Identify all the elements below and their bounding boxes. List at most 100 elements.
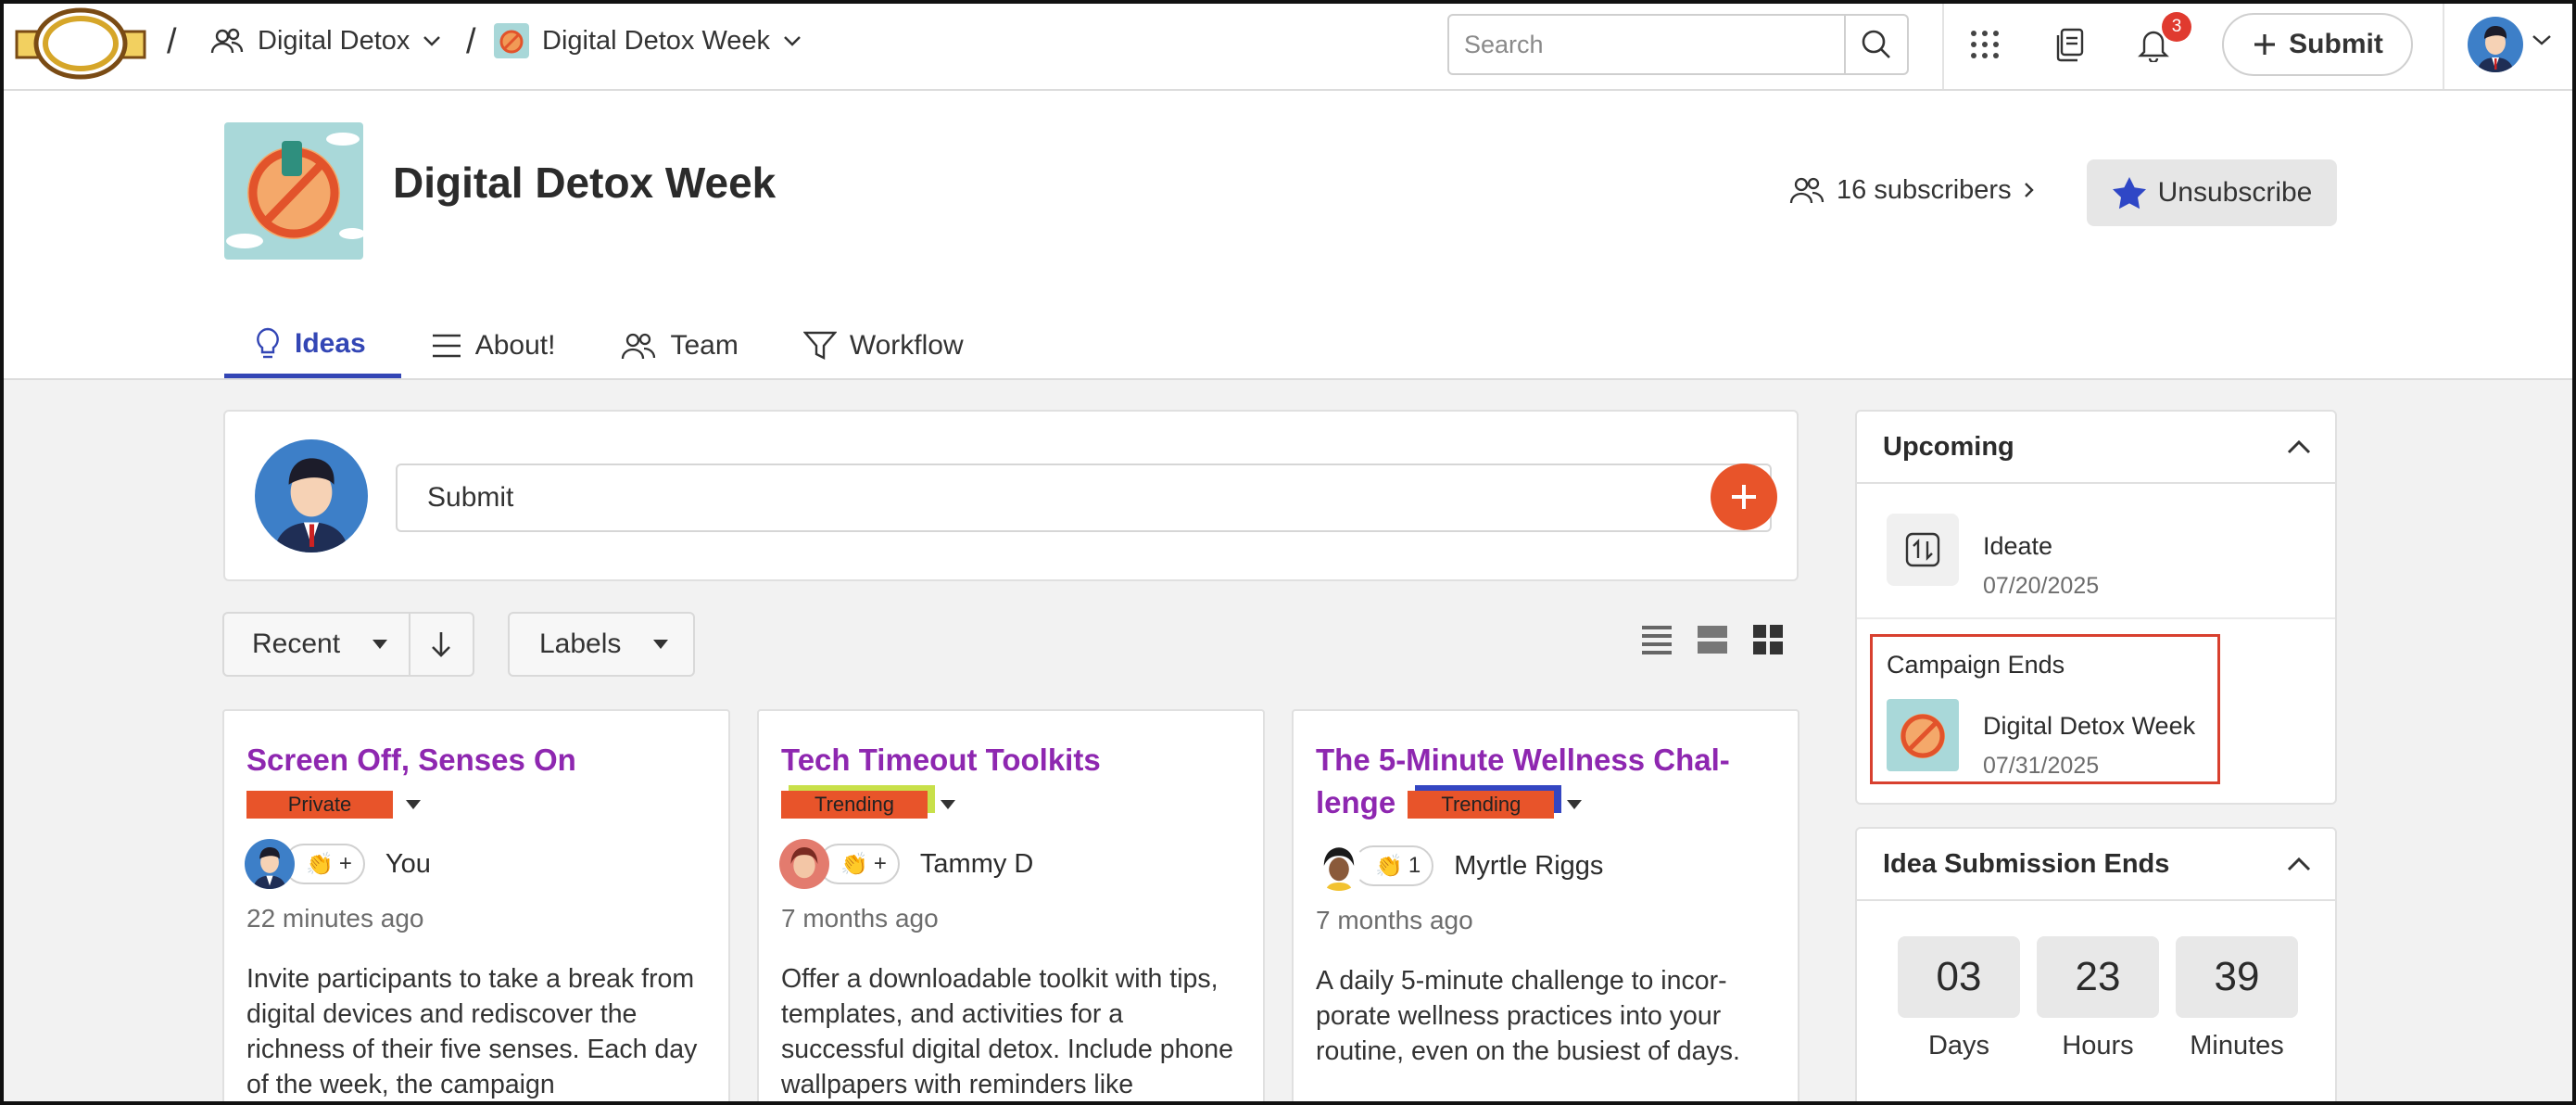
idea-title-line: lenge	[1316, 785, 1396, 819]
group-icon	[1788, 174, 1825, 206]
panel-title: Upcoming	[1883, 431, 2014, 462]
avatar	[245, 839, 295, 889]
countdown-value: 39	[2176, 936, 2298, 1018]
arrow-down-icon	[430, 630, 452, 658]
avatar	[255, 439, 368, 552]
search-input[interactable]	[1449, 16, 1846, 73]
grid-view-icon[interactable]	[1751, 623, 1785, 656]
breadcrumb-campaign-label: Digital Detox Week	[542, 25, 771, 56]
labels-dropdown[interactable]: Labels	[508, 612, 695, 677]
upcoming-header[interactable]: Upcoming	[1857, 412, 2335, 484]
list-view-icon[interactable]	[1640, 623, 1673, 656]
countdown-hours: 23 Hours	[2037, 936, 2159, 1061]
tab-workflow-label: Workflow	[849, 330, 964, 361]
caret-down-icon	[372, 639, 388, 650]
breadcrumb-separator: /	[167, 22, 177, 61]
author-name: Myrtle Riggs	[1454, 850, 1604, 881]
search-button[interactable]	[1844, 16, 1907, 73]
idea-card[interactable]: The 5-Minute Wellness Chal-lenge Trendin…	[1292, 709, 1799, 1105]
chevron-up-icon[interactable]	[2287, 857, 2311, 871]
avatar	[779, 839, 829, 889]
logo[interactable]	[15, 6, 146, 82]
status-badge: Trending	[781, 791, 928, 819]
search-box	[1447, 14, 1909, 75]
tab-team-label: Team	[670, 330, 739, 361]
reaction-count: +	[338, 851, 352, 876]
clap-reaction-button[interactable]: 👏 +	[818, 844, 900, 884]
sort-dropdown[interactable]: Recent	[224, 614, 410, 675]
breadcrumb-community-label: Digital Detox	[258, 25, 410, 56]
search-icon	[1861, 29, 1892, 60]
submission-countdown-panel: Idea Submission Ends 03 Days 23 Hours 39…	[1855, 827, 2337, 1105]
breadcrumb-community[interactable]: Digital Detox	[209, 23, 441, 58]
avatar[interactable]	[2468, 17, 2523, 72]
caret-down-icon	[652, 639, 669, 650]
idea-author: 👏 + You	[245, 839, 431, 889]
author-name: Tammy D	[919, 848, 1034, 879]
tab-team[interactable]: Team	[590, 313, 773, 378]
submission-header[interactable]: Idea Submission Ends	[1857, 829, 2335, 901]
status-badge: Trending	[1408, 791, 1555, 819]
breadcrumb-campaign[interactable]: Digital Detox Week	[494, 23, 802, 58]
idea-title[interactable]: Tech Timeout Toolkits	[781, 743, 1101, 777]
clap-icon: 👏	[1375, 853, 1403, 879]
page-title: Digital Detox Week	[393, 159, 777, 207]
tab-about[interactable]: About!	[401, 313, 591, 378]
status-badge: Private	[246, 791, 393, 819]
idea-title-line: The 5-Minute Wellness Chal-	[1316, 743, 1730, 777]
chevron-right-icon	[2023, 181, 2036, 199]
top-navigation-bar: / Digital Detox / Digital Detox Week 3 S…	[0, 0, 2576, 91]
caret-down-icon[interactable]	[941, 800, 955, 810]
subscribers-link[interactable]: 16 subscribers	[1788, 174, 2036, 206]
idea-description: A daily 5-minute challenge to incor-pora…	[1316, 966, 1740, 1066]
idea-description: Offer a downloadable toolkit with tips, …	[781, 964, 1233, 1099]
submit-button[interactable]: Submit	[2222, 13, 2413, 76]
caret-down-icon[interactable]	[406, 800, 421, 810]
plus-icon	[2252, 32, 2278, 57]
submit-idea-input[interactable]: Submit	[396, 464, 1772, 532]
chevron-down-icon[interactable]	[2532, 33, 2552, 46]
clap-reaction-button[interactable]: 👏 +	[284, 844, 365, 884]
funnel-icon	[802, 330, 837, 362]
divider	[2443, 0, 2444, 89]
idea-author: 👏 + Tammy D	[779, 839, 1033, 889]
idea-title[interactable]: Screen Off, Senses On	[246, 743, 576, 777]
group-icon	[209, 23, 245, 58]
add-idea-button[interactable]	[1711, 464, 1777, 530]
reaction-count: +	[873, 851, 887, 876]
team-icon	[620, 330, 657, 362]
pages-button[interactable]	[2050, 24, 2090, 65]
unsubscribe-button[interactable]: Unsubscribe	[2087, 159, 2337, 226]
compact-view-icon[interactable]	[1696, 623, 1729, 656]
phase-icon	[1887, 514, 1959, 586]
timestamp: 7 months ago	[1316, 906, 1473, 934]
idea-description: Invite participants to take a break from…	[246, 964, 698, 1099]
pages-icon	[2054, 27, 2086, 62]
subscribers-count: 16 subscribers	[1837, 174, 2012, 205]
tab-ideas[interactable]: Ideas	[224, 313, 401, 378]
author-name: You	[385, 848, 431, 879]
chevron-down-icon	[783, 34, 802, 47]
countdown-label: Minutes	[2190, 1031, 2284, 1061]
idea-card[interactable]: Screen Off, Senses On Private 👏 + You 22 …	[222, 709, 730, 1105]
sort-control: Recent	[222, 612, 474, 677]
caret-down-icon[interactable]	[1567, 800, 1583, 810]
idea-composer: Submit	[223, 410, 1799, 581]
event-name: Ideate	[1983, 532, 2053, 560]
sort-direction-button[interactable]	[410, 630, 473, 658]
campaign-image	[224, 122, 363, 260]
timestamp: 7 months ago	[781, 904, 939, 933]
apps-grid-icon	[1969, 29, 2001, 60]
apps-grid-button[interactable]	[1964, 24, 2005, 65]
chevron-down-icon	[423, 34, 441, 47]
idea-author: 👏 1 Myrtle Riggs	[1314, 841, 1603, 891]
campaign-tabs: Ideas About! Team Workflow	[224, 313, 999, 380]
labels-label: Labels	[539, 629, 622, 659]
clap-reaction-button[interactable]: 👏 1	[1353, 845, 1434, 886]
timestamp: 22 minutes ago	[246, 904, 424, 933]
chevron-up-icon[interactable]	[2287, 439, 2311, 454]
event-item[interactable]: Ideate 07/20/2025	[1857, 484, 2335, 619]
idea-card[interactable]: Tech Timeout Toolkits Trending 👏 + Tammy …	[757, 709, 1265, 1105]
tab-workflow[interactable]: Workflow	[774, 313, 999, 378]
countdown-days: 03 Days	[1898, 936, 2020, 1061]
